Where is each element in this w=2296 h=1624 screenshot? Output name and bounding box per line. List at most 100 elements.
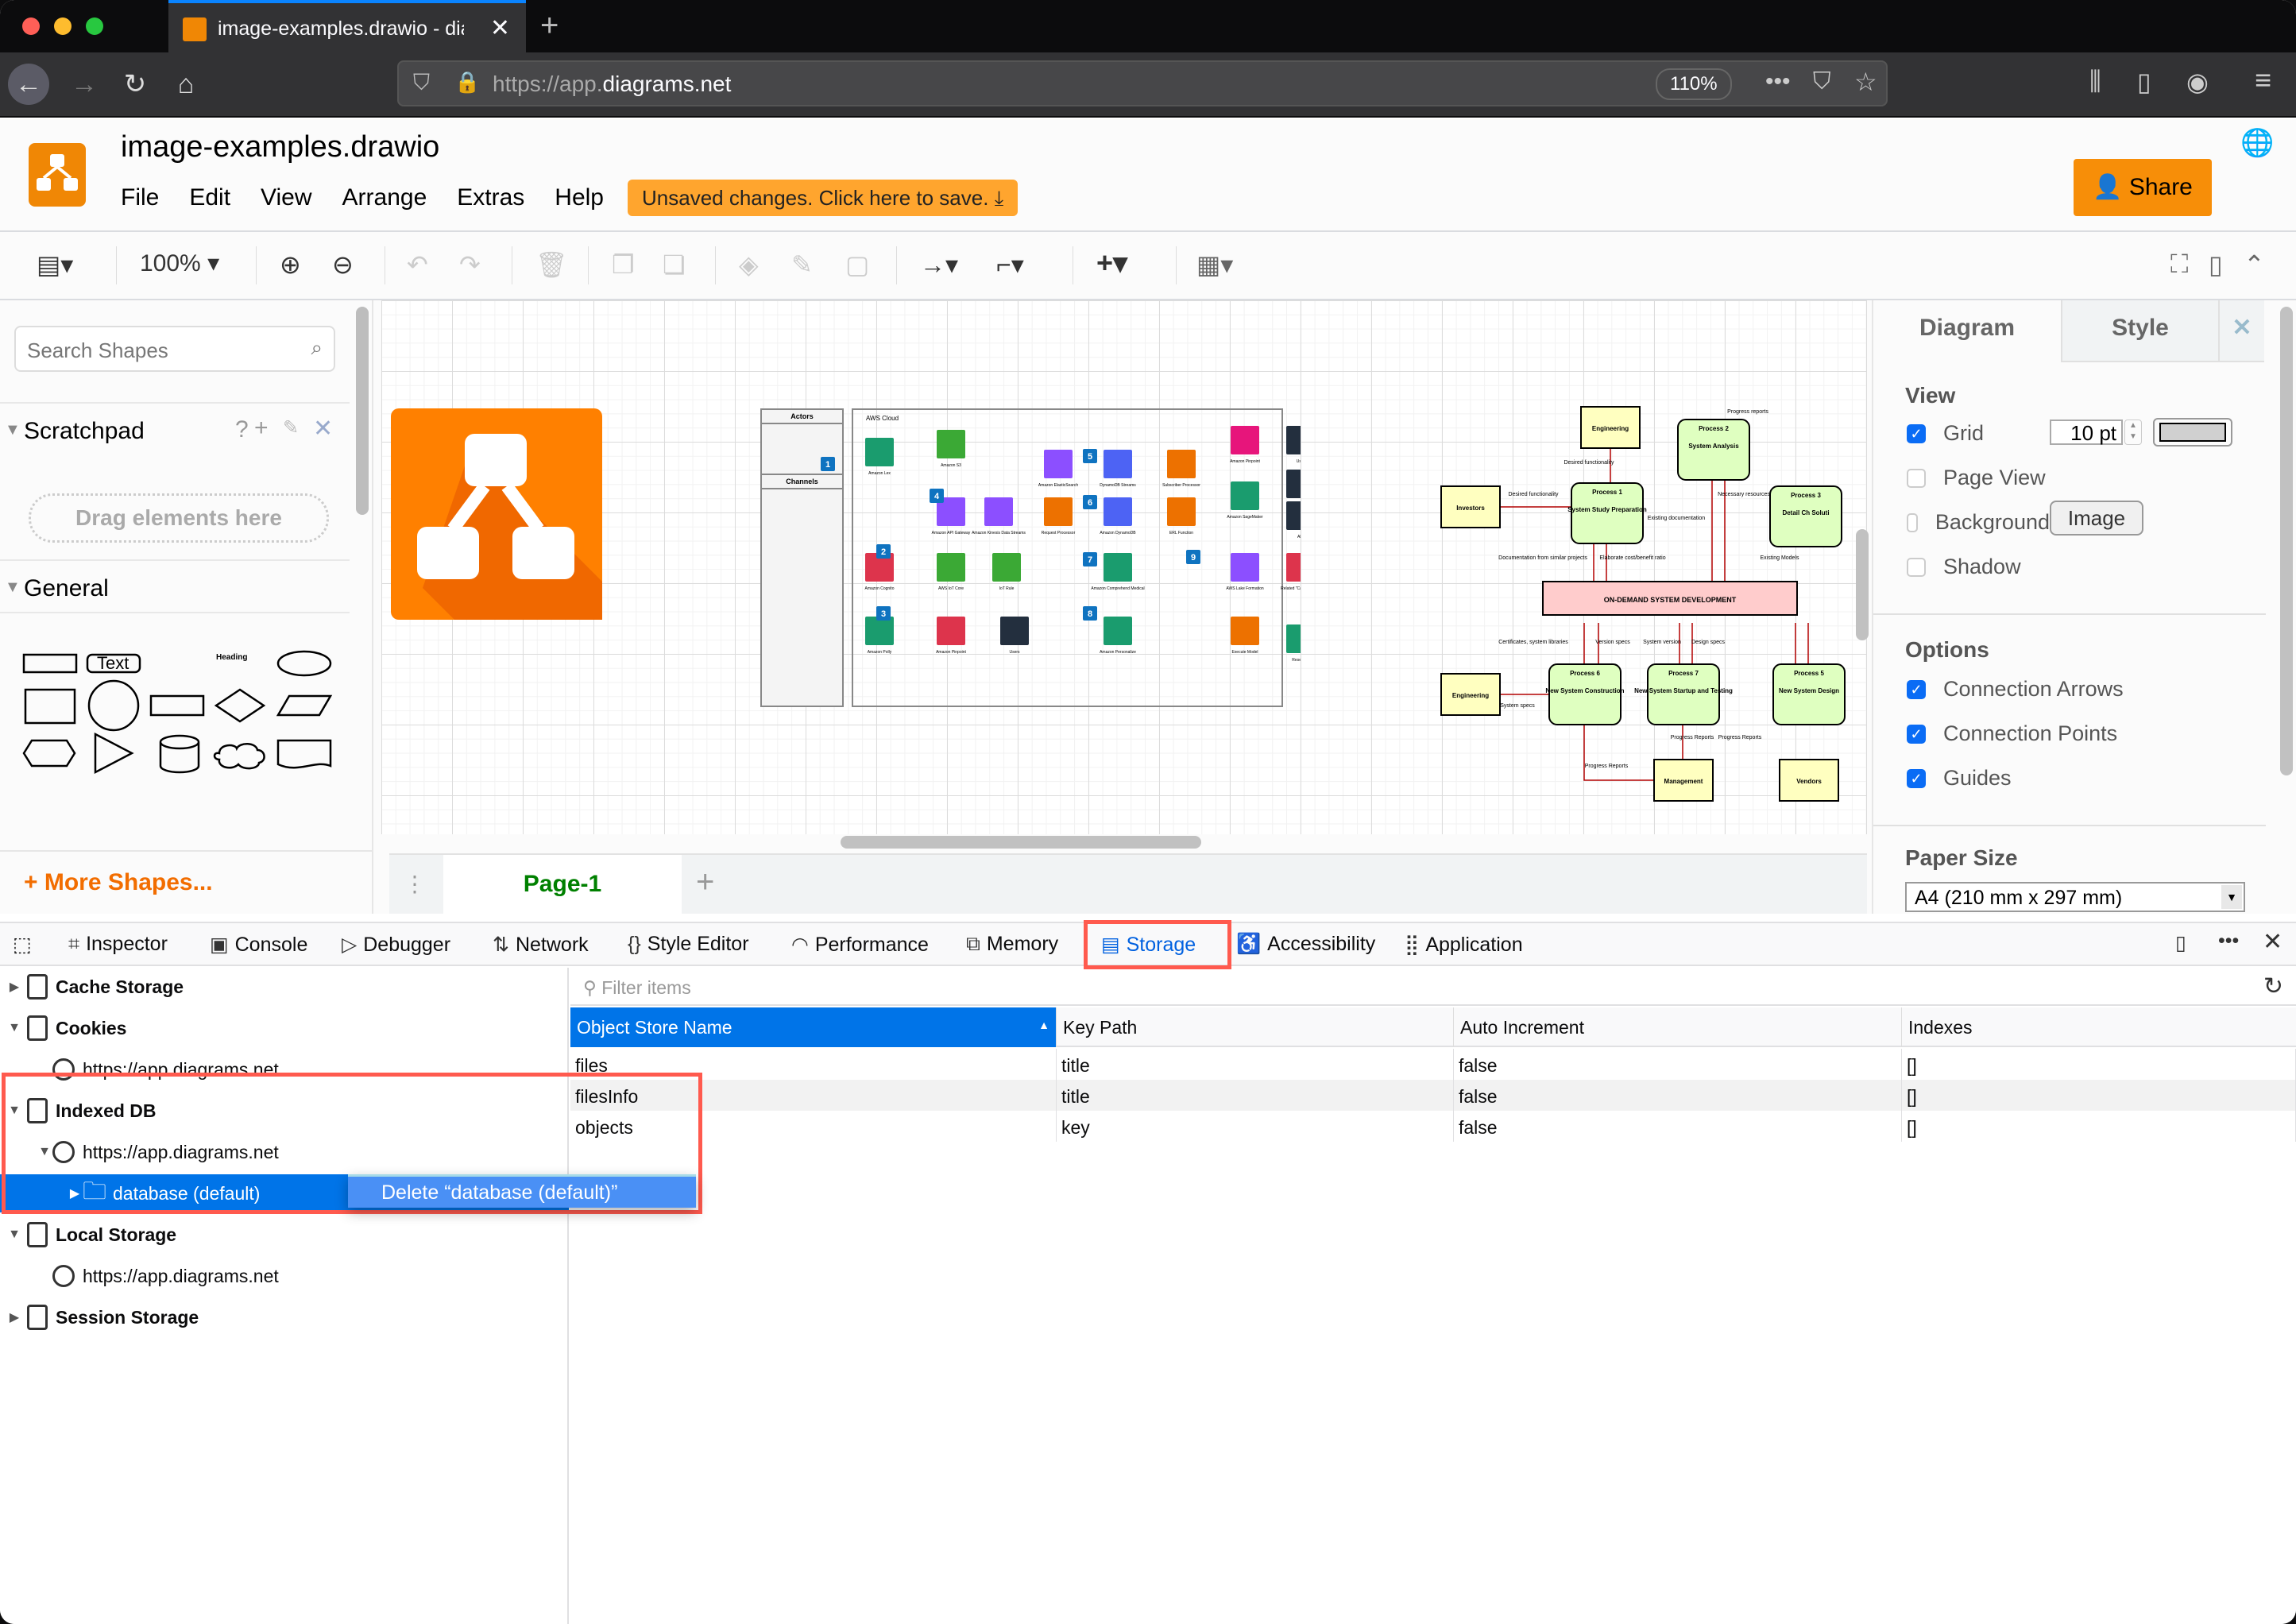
line-color-icon[interactable]: ✎ [791,249,813,280]
zoom-dropdown[interactable]: 100% ▾ [140,249,219,277]
shape-ellipse[interactable] [276,650,332,677]
aws-service-icon[interactable] [1104,617,1132,645]
aws-service-icon[interactable] [1286,470,1301,498]
table-row[interactable]: files title false[] [570,1049,2296,1080]
paper-size-select[interactable]: A4 (210 mm x 297 mm) ▼ [1905,882,2245,912]
devtools-tab-memory[interactable]: ⧉ Memory [966,933,1058,956]
account-icon[interactable]: ◉ [2186,67,2209,97]
tree-item[interactable]: ▶ Session Storage [0,1298,569,1336]
connection-style-icon[interactable]: →▾ [920,249,958,280]
shape-process[interactable] [149,694,205,717]
devtools-tab-style-editor[interactable]: {} Style Editor [628,933,749,956]
format-panel-toggle-icon[interactable]: ▤▾ [37,249,73,280]
help-icon[interactable]: ? [235,416,249,443]
more-shapes-button[interactable]: + More Shapes... [0,850,373,914]
aws-service-icon[interactable] [1231,617,1259,645]
zoom-level-badge[interactable]: 110% [1656,68,1732,100]
aws-service-icon[interactable] [937,553,965,582]
connection-arrows-row[interactable]: ✓ Connection Arrows [1907,677,2124,702]
shape-square[interactable] [24,688,76,725]
page-view-checkbox[interactable] [1907,468,1926,488]
aws-service-icon[interactable] [1167,450,1196,478]
tab-diagram[interactable]: Diagram [1873,300,2061,362]
pocket-icon[interactable]: ⛉ [1813,68,1831,95]
share-button[interactable]: 👤 Share [2074,159,2212,216]
table-row[interactable]: objects key false[] [570,1111,2296,1142]
add-icon[interactable]: + [254,415,269,442]
collapse-icon[interactable]: ⌃ [2244,249,2265,280]
devtools-tab-inspector[interactable]: ⌗ Inspector [68,933,168,956]
element-picker-icon[interactable]: ⬚ [13,933,32,957]
aws-service-icon[interactable] [1231,426,1259,454]
drawio-logo-image[interactable] [391,408,602,620]
menu-help[interactable]: Help [555,184,604,211]
more-options-icon[interactable]: ••• [2218,930,2239,953]
expanded-arrow-icon[interactable]: ▼ [6,1228,22,1242]
filter-items-input[interactable]: ⚲ Filter items ↻ [570,969,2296,1006]
zoom-out-icon[interactable]: ⊖ [332,249,354,280]
fullscreen-icon[interactable]: ⛶ [2170,249,2188,280]
shape-rectangle[interactable] [22,653,78,674]
devtools-tab-accessibility[interactable]: ♿ Accessibility [1236,933,1375,956]
table-icon[interactable]: ▦▾ [1196,249,1233,280]
diagram-canvas[interactable]: Actors Channels AWS Cloud Amazon Lex Amaz… [381,300,1867,834]
shadow-checkbox[interactable] [1907,557,1926,577]
aws-service-icon[interactable] [1104,553,1132,582]
shadow-icon[interactable]: ▢ [845,249,869,280]
aws-service-icon[interactable] [1044,497,1073,526]
devtools-tab-performance[interactable]: ◠ Performance [791,933,929,957]
shape-circle[interactable] [87,679,140,732]
context-menu-delete-database[interactable]: Delete “database (default)” [348,1174,696,1208]
column-indexes[interactable]: Indexes [1902,1007,2296,1047]
menu-file[interactable]: File [121,184,159,211]
background-checkbox[interactable] [1907,512,1918,532]
column-key-path[interactable]: Key Path [1057,1007,1454,1047]
page-menu-icon[interactable]: ⋮ [404,871,426,897]
tab-style[interactable]: Style [2061,300,2220,362]
url-bar[interactable]: ⛉ 🔒 https://app.diagrams.net 110% ••• ⛉ … [397,60,1888,106]
maximize-window-button[interactable] [86,17,103,35]
lock-icon[interactable]: 🔒 [454,70,480,95]
grid-checkbox-row[interactable]: ✓ Grid [1907,421,1984,446]
shadow-checkbox-row[interactable]: Shadow [1907,555,2021,579]
background-image-button[interactable]: Image [2050,501,2143,536]
tree-item[interactable]: ▼ Local Storage [0,1216,569,1254]
format-panel-icon[interactable]: ▯ [2209,249,2223,280]
aws-service-icon[interactable] [1231,553,1259,582]
aws-service-icon[interactable] [1044,450,1073,478]
tree-item[interactable]: https://app.diagrams.net [0,1257,569,1295]
close-window-button[interactable] [22,17,40,35]
aws-service-icon[interactable] [865,438,894,466]
shapes-scrollbar[interactable] [356,307,369,515]
shape-triangle[interactable] [94,732,134,775]
guides-row[interactable]: ✓ Guides [1907,766,2012,791]
collapsed-arrow-icon[interactable]: ▶ [6,1309,22,1325]
devtools-tab-network[interactable]: ⇅ Network [493,933,589,957]
back-button[interactable]: ← [8,64,49,105]
library-icon[interactable]: ⫼ [2089,67,2101,97]
aws-service-icon[interactable] [1167,497,1196,526]
aws-service-icon[interactable] [1286,553,1301,582]
aws-service-icon[interactable] [992,553,1021,582]
fill-color-icon[interactable]: ◈ [739,249,759,280]
tree-item[interactable]: ▶ Cache Storage [0,968,569,1006]
new-tab-button[interactable]: + [540,8,559,44]
menu-view[interactable]: View [261,184,311,211]
document-title[interactable]: image-examples.drawio [121,130,439,164]
shape-diamond[interactable] [214,688,266,723]
aws-service-icon[interactable] [1104,497,1132,526]
collapsed-arrow-icon[interactable]: ▶ [6,979,22,995]
shape-parallelogram[interactable] [276,694,333,717]
grid-color-button[interactable] [2153,418,2232,447]
menu-edit[interactable]: Edit [189,184,230,211]
devtools-tab-debugger[interactable]: ▷ Debugger [342,933,450,957]
expanded-arrow-icon[interactable]: ▼ [6,1021,22,1035]
flow-edge[interactable] [1583,725,1654,781]
close-format-panel-icon[interactable]: ✕ [2220,300,2264,362]
format-panel-scrollbar[interactable] [2280,307,2293,775]
aws-service-icon[interactable] [1286,501,1301,530]
tree-item[interactable]: ▼ Cookies [0,1009,569,1047]
more-actions-icon[interactable]: ••• [1765,68,1791,95]
add-page-icon[interactable]: + [696,864,714,900]
aws-service-icon[interactable] [1286,624,1301,653]
